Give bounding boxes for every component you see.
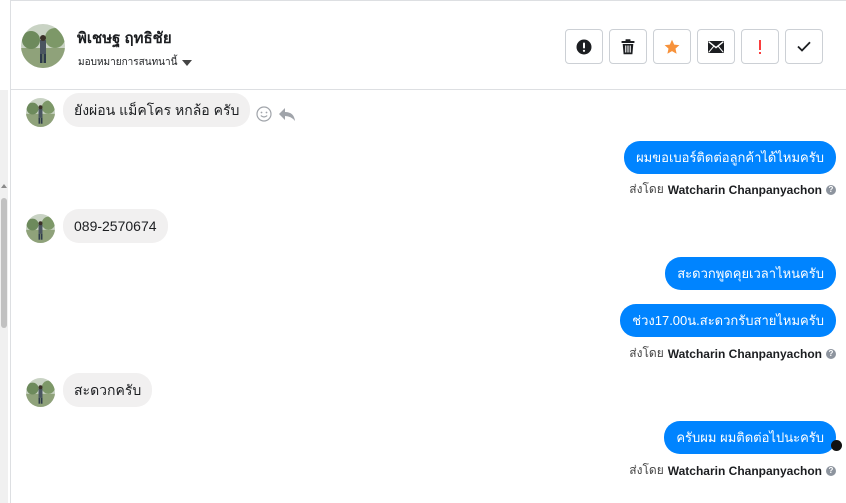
incoming-message[interactable]: ยังผ่อน แม็คโคร หกล้อ ครับ [63, 93, 251, 127]
conversation-header: พิเชษฐ ฤทธิชัย มอบหมายการสนทนานี้ [11, 0, 846, 90]
sent-by-label: ส่งโดย Watcharin Chanpanyachon ? [629, 344, 836, 363]
star-button[interactable] [653, 29, 691, 64]
scrollbar-thumb[interactable] [1, 198, 7, 328]
mark-unread-button[interactable] [697, 29, 735, 64]
sent-by-prefix: ส่งโดย [629, 463, 664, 477]
contact-name[interactable]: พิเชษฐ ฤทธิชัย [77, 26, 172, 50]
check-icon [797, 41, 811, 52]
sent-by-name: Watcharin Chanpanyachon [667, 463, 822, 478]
assign-conversation-label: มอบหมายการสนทนานี้ [78, 57, 178, 68]
follow-up-button[interactable] [741, 29, 779, 64]
spam-button[interactable] [565, 29, 603, 64]
contact-avatar[interactable] [21, 24, 65, 68]
conversation-actions [565, 29, 823, 64]
incoming-message[interactable]: 089-2570674 [63, 209, 168, 243]
exclamation-icon [759, 39, 761, 54]
trash-icon [621, 38, 635, 54]
envelope-icon [708, 40, 724, 53]
assign-conversation-dropdown[interactable]: มอบหมายการสนทนานี้ [78, 55, 193, 70]
sent-by-name: Watcharin Chanpanyachon [667, 346, 822, 361]
sent-by-name: Watcharin Chanpanyachon [667, 182, 822, 197]
info-icon[interactable]: ? [826, 184, 836, 195]
outgoing-message[interactable]: ครับผม ผมติดต่อไปนะครับ [664, 421, 836, 454]
emoji-reaction-icon[interactable] [256, 106, 272, 122]
alert-circle-icon [576, 39, 592, 54]
message-hover-tools [256, 106, 296, 122]
done-button[interactable] [785, 29, 823, 64]
info-icon[interactable]: ? [826, 465, 836, 476]
outgoing-message[interactable]: ผมขอเบอร์ติดต่อลูกค้าได้ไหมครับ [624, 141, 836, 174]
reply-icon[interactable] [278, 106, 296, 122]
delete-button[interactable] [609, 29, 647, 64]
sender-avatar[interactable] [26, 214, 55, 243]
star-icon [664, 39, 680, 54]
info-icon[interactable]: ? [826, 348, 836, 359]
scroll-up-arrow-icon[interactable] [1, 184, 7, 188]
incoming-message[interactable]: สะดวกครับ [63, 373, 153, 407]
sent-by-prefix: ส่งโดย [629, 182, 664, 196]
sent-by-label: ส่งโดย Watcharin Chanpanyachon ? [629, 180, 836, 199]
scrollbar[interactable] [0, 90, 8, 503]
sent-by-prefix: ส่งโดย [629, 346, 664, 360]
sender-avatar[interactable] [26, 98, 55, 127]
caret-down-icon [182, 59, 193, 66]
outgoing-message[interactable]: สะดวกพูดคุยเวลาไหนครับ [665, 257, 836, 290]
left-edge [0, 0, 10, 503]
sender-avatar[interactable] [26, 378, 55, 407]
seen-indicator-avatar [831, 440, 842, 451]
outgoing-message[interactable]: ช่วง17.00น.สะดวกรับสายไหมครับ [620, 304, 836, 337]
conversation-panel: พิเชษฐ ฤทธิชัย มอบหมายการสนทนานี้ ยังผ่อ… [10, 0, 846, 503]
sent-by-label: ส่งโดย Watcharin Chanpanyachon ? [629, 461, 836, 480]
